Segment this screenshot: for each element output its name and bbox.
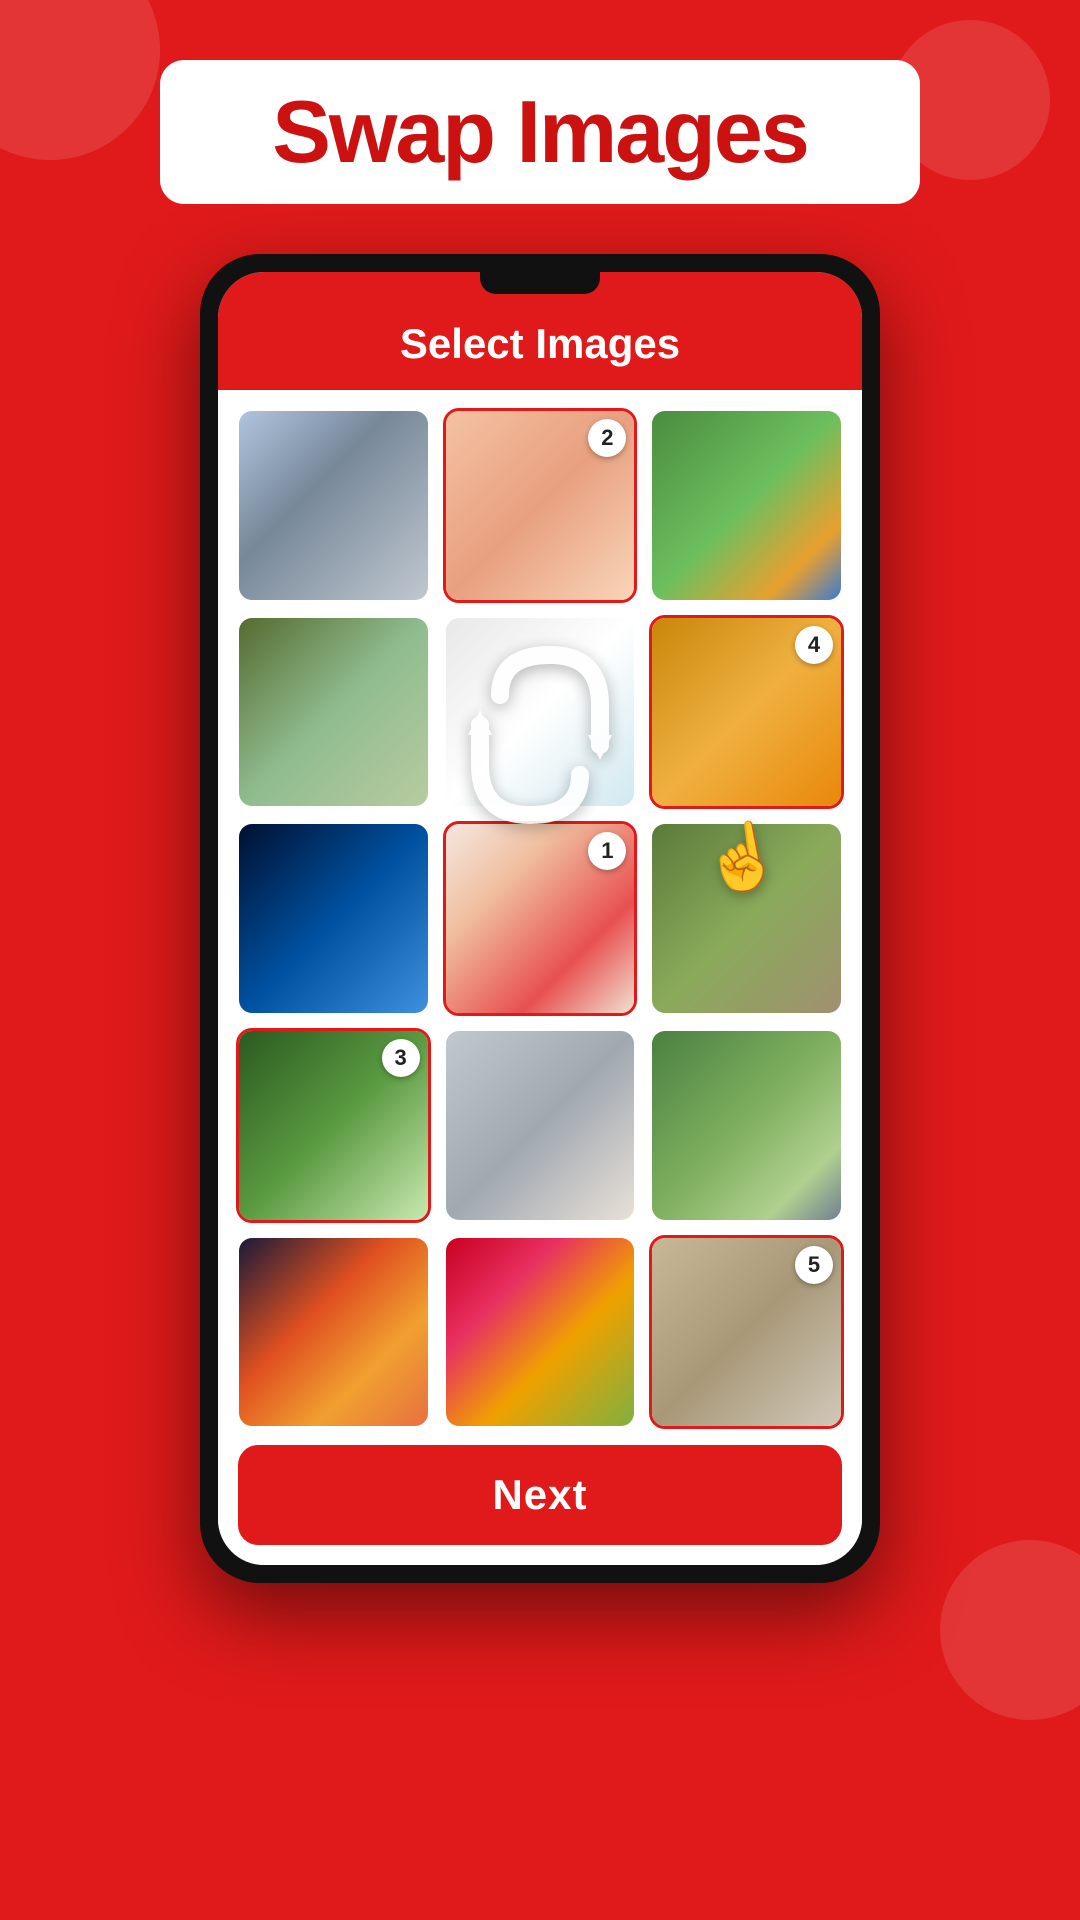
grid-item-city-bridge[interactable] — [236, 408, 431, 603]
title-banner: Swap Images — [160, 60, 920, 204]
image-grid: 2 4 13 5 — [218, 390, 862, 1429]
grid-item-poppies[interactable]: 1 — [443, 821, 638, 1016]
grid-item-cottage[interactable] — [649, 821, 844, 1016]
selection-badge-6: 4 — [795, 626, 833, 664]
grid-item-girl-donut[interactable]: 2 — [443, 408, 638, 603]
phone-mockup: Select Images 24135 ☝️ — [200, 254, 880, 1583]
grid-item-mountain[interactable] — [443, 1028, 638, 1223]
grid-item-hat[interactable]: 5 — [649, 1235, 844, 1430]
selection-badge-10: 3 — [382, 1039, 420, 1077]
bg-decoration-br — [940, 1540, 1080, 1720]
selection-badge-15: 5 — [795, 1246, 833, 1284]
grid-item-citrus[interactable] — [443, 1235, 638, 1430]
next-button[interactable]: Next — [238, 1445, 842, 1545]
phone-notch — [480, 272, 600, 294]
screen-title: Select Images — [400, 320, 680, 367]
grid-item-sunset[interactable] — [236, 1235, 431, 1430]
page-title: Swap Images — [272, 82, 808, 181]
grid-item-matrix[interactable] — [236, 821, 431, 1016]
grid-item-green-hill[interactable] — [649, 1028, 844, 1223]
grid-item-mosque[interactable] — [443, 615, 638, 810]
bg-decoration-tl — [0, 0, 160, 160]
grid-container: 24135 ☝️ — [218, 390, 862, 1429]
phone-screen: Select Images 24135 ☝️ — [218, 272, 862, 1565]
grid-item-green-hills[interactable] — [649, 408, 844, 603]
next-button-area: Next — [218, 1429, 862, 1565]
grid-item-cliffs[interactable] — [236, 615, 431, 810]
grid-item-skyline[interactable]: 4 — [649, 615, 844, 810]
grid-item-waterfall[interactable]: 3 — [236, 1028, 431, 1223]
